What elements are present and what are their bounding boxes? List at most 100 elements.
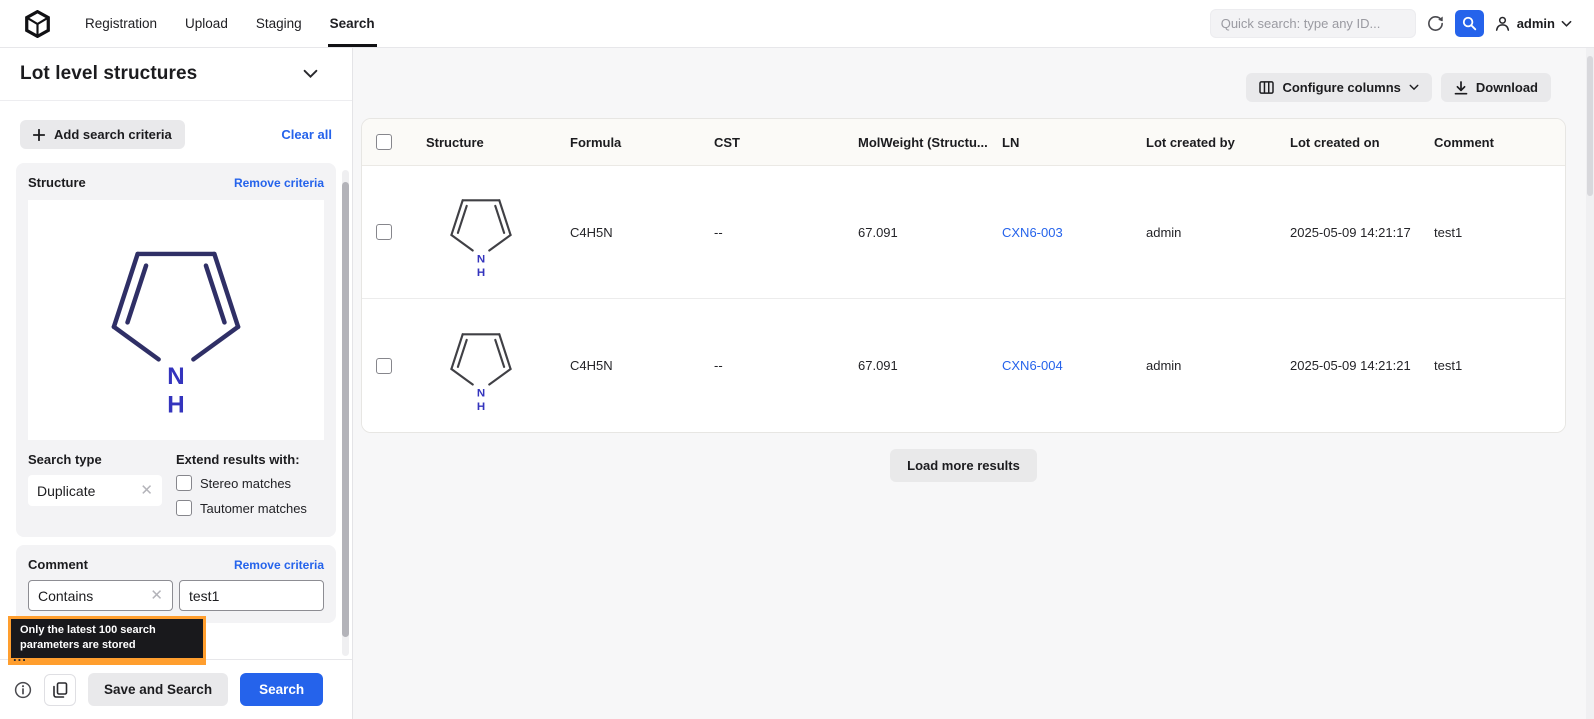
structure-panel-header: Structure Remove criteria [28, 175, 324, 190]
ln-link[interactable]: CXN6-003 [1002, 225, 1063, 240]
ln-link[interactable]: CXN6-004 [1002, 358, 1063, 373]
save-and-search-button[interactable]: Save and Search [88, 673, 228, 706]
overflow-ellipsis: ... [13, 649, 27, 664]
search-type-column: Search type Duplicate ✕ [28, 452, 162, 525]
column-header-ln[interactable]: LN [1002, 135, 1146, 150]
stereo-matches-option[interactable]: Stereo matches [176, 475, 307, 491]
structure-cell [426, 186, 570, 278]
comment-cell: test1 [1434, 358, 1565, 373]
search-history-button[interactable] [1426, 14, 1445, 33]
nav-tab-upload[interactable]: Upload [185, 0, 228, 47]
structure-cell [426, 320, 570, 412]
add-search-criteria-label: Add search criteria [54, 127, 172, 142]
plus-icon [33, 129, 45, 141]
molecule-structure-pyrrole [440, 320, 522, 412]
download-label: Download [1476, 80, 1538, 95]
molecule-structure-pyrrole [440, 186, 522, 278]
columns-icon [1259, 81, 1274, 94]
clear-icon[interactable]: ✕ [140, 483, 153, 498]
molweight-cell: 67.091 [858, 358, 1002, 373]
structure-options-row: Search type Duplicate ✕ Extend results w… [28, 452, 324, 525]
sidebar-toolbar: Add search criteria Clear all [0, 101, 352, 163]
nav-tab-search[interactable]: Search [330, 0, 375, 47]
copy-search-button[interactable] [44, 674, 76, 706]
comment-inputs-row: Contains ✕ [28, 580, 324, 611]
column-header-comment[interactable]: Comment [1434, 135, 1565, 150]
results-area: Configure columns Download St [353, 48, 1594, 719]
info-icon[interactable] [14, 681, 32, 699]
search-type-select[interactable]: Duplicate ✕ [28, 475, 162, 506]
search-criteria-sidebar: Lot level structures Add search criteria… [0, 48, 353, 719]
row-checkbox[interactable] [376, 224, 392, 240]
sidebar-header: Lot level structures [0, 48, 352, 101]
results-toolbar: Configure columns Download [1246, 73, 1551, 102]
search-button[interactable]: Search [240, 673, 323, 706]
load-more-results-button[interactable]: Load more results [890, 449, 1037, 482]
sidebar-scrollbar-thumb[interactable] [342, 182, 349, 637]
page-scrollbar-thumb[interactable] [1587, 56, 1593, 196]
quick-search-submit-button[interactable] [1455, 10, 1484, 37]
remove-structure-criteria-link[interactable]: Remove criteria [234, 176, 324, 190]
chevron-down-icon [1409, 84, 1419, 91]
user-name-label: admin [1517, 16, 1555, 31]
comment-panel-title: Comment [28, 557, 88, 572]
result-row: C4H5N -- 67.091 CXN6-003 admin 2025-05-0… [362, 166, 1565, 299]
comment-value-input[interactable] [179, 580, 324, 611]
results-table: Structure Formula CST MolWeight (Structu… [361, 118, 1566, 433]
comment-operator-select[interactable]: Contains ✕ [28, 580, 173, 611]
user-menu[interactable]: admin [1494, 15, 1572, 32]
select-all-checkbox[interactable] [376, 134, 392, 150]
stereo-matches-checkbox[interactable] [176, 475, 192, 491]
lot-created-on-cell: 2025-05-09 14:21:21 [1290, 358, 1434, 373]
remove-comment-criteria-link[interactable]: Remove criteria [234, 558, 324, 572]
nav-tab-staging[interactable]: Staging [256, 0, 302, 47]
column-header-lot-created-by[interactable]: Lot created by [1146, 135, 1290, 150]
extend-results-label: Extend results with: [176, 452, 307, 467]
search-icon [1462, 16, 1477, 31]
clear-all-link[interactable]: Clear all [281, 127, 332, 142]
sidebar-scrollbar-track [342, 170, 349, 656]
ln-cell: CXN6-004 [1002, 358, 1146, 373]
structure-criteria-panel: Structure Remove criteria Search type Du… [16, 163, 336, 537]
column-header-cst[interactable]: CST [714, 135, 858, 150]
extend-results-column: Extend results with: Stereo matches Taut… [176, 452, 307, 525]
chevron-down-icon [1561, 20, 1572, 28]
molweight-cell: 67.091 [858, 225, 1002, 240]
column-header-lot-created-on[interactable]: Lot created on [1290, 135, 1434, 150]
download-button[interactable]: Download [1441, 73, 1551, 102]
tautomer-matches-label: Tautomer matches [200, 501, 307, 516]
navbar-right: admin [1210, 0, 1594, 47]
row-checkbox-cell [362, 358, 426, 374]
comment-panel-header: Comment Remove criteria [28, 557, 324, 572]
column-header-structure[interactable]: Structure [426, 135, 570, 150]
clear-icon[interactable]: ✕ [150, 588, 163, 603]
download-icon [1454, 81, 1468, 95]
ln-cell: CXN6-003 [1002, 225, 1146, 240]
tautomer-matches-option[interactable]: Tautomer matches [176, 500, 307, 516]
comment-criteria-panel: Comment Remove criteria Contains ✕ [16, 545, 336, 623]
top-navbar: Registration Upload Staging Search admin [0, 0, 1594, 48]
lot-created-on-cell: 2025-05-09 14:21:17 [1290, 225, 1434, 240]
column-header-formula[interactable]: Formula [570, 135, 714, 150]
copy-icon [53, 682, 68, 698]
configure-columns-button[interactable]: Configure columns [1246, 73, 1431, 102]
user-icon [1494, 15, 1511, 32]
formula-cell: C4H5N [570, 358, 714, 373]
tautomer-matches-checkbox[interactable] [176, 500, 192, 516]
column-header-molweight[interactable]: MolWeight (Structu... [858, 135, 1002, 150]
quick-search-input[interactable] [1210, 9, 1416, 38]
formula-cell: C4H5N [570, 225, 714, 240]
search-type-label: Search type [28, 452, 162, 467]
search-history-tooltip: Only the latest 100 search parameters ar… [8, 616, 206, 665]
lot-created-by-cell: admin [1146, 358, 1290, 373]
chevron-down-icon[interactable] [303, 69, 318, 79]
page-scrollbar-track [1586, 48, 1594, 719]
row-checkbox[interactable] [376, 358, 392, 374]
structure-editor-canvas[interactable] [28, 200, 324, 440]
primary-nav: Registration Upload Staging Search [85, 0, 375, 47]
lot-created-by-cell: admin [1146, 225, 1290, 240]
molecule-structure-pyrrole [90, 224, 262, 417]
stereo-matches-label: Stereo matches [200, 476, 291, 491]
nav-tab-registration[interactable]: Registration [85, 0, 157, 47]
add-search-criteria-button[interactable]: Add search criteria [20, 120, 185, 149]
